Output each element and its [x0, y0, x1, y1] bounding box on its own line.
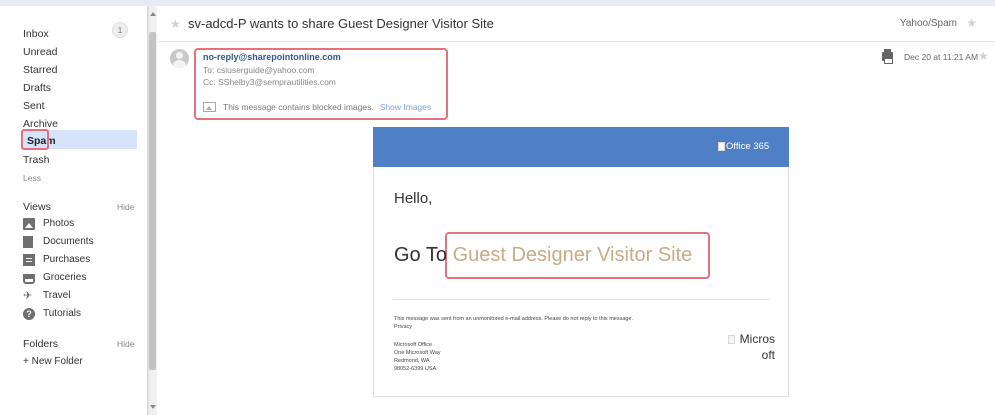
views-title: Views: [23, 201, 51, 213]
scroll-up-arrow-icon[interactable]: [150, 12, 156, 16]
folder-breadcrumb[interactable]: Yahoo/Spam: [900, 18, 957, 29]
view-groceries[interactable]: Groceries: [23, 270, 86, 286]
guest-designer-site-link[interactable]: Guest Designer Visitor Site: [453, 244, 693, 266]
recipient-cc: Cc: SShelby3@semprautilities.com: [203, 77, 336, 87]
message-date: Dec 20 at 11:21 AM: [904, 52, 979, 62]
view-label: Documents: [43, 236, 94, 247]
view-travel[interactable]: ✈ Travel: [23, 288, 70, 304]
office-logo-alt-text: Office 365: [726, 141, 770, 152]
folder-sent[interactable]: Sent: [23, 97, 45, 115]
view-label: Purchases: [43, 254, 91, 265]
scroll-down-arrow-icon[interactable]: [150, 405, 156, 409]
folder-drafts[interactable]: Drafts: [23, 79, 51, 97]
broken-image-icon: [728, 335, 736, 345]
folder-trash[interactable]: Trash: [23, 151, 49, 169]
view-label: Travel: [43, 290, 71, 301]
address-line: One Microsoft Way: [394, 350, 441, 356]
star-icon[interactable]: ★: [966, 16, 977, 30]
view-label: Groceries: [43, 272, 87, 283]
microsoft-logo: Micros oft: [721, 331, 775, 363]
unmonitored-notice: This message was sent from an unmonitore…: [394, 316, 634, 322]
show-images-link[interactable]: Show Images: [380, 102, 432, 112]
folder-unread[interactable]: Unread: [23, 43, 57, 61]
image-icon: [203, 102, 216, 112]
sender-avatar: [170, 49, 189, 68]
star-icon[interactable]: ★: [170, 17, 181, 31]
broken-image-icon: [718, 142, 725, 151]
print-icon[interactable]: [882, 49, 893, 64]
address-line: Microsoft Office: [394, 342, 433, 348]
address-line: 98052-6399 USA: [394, 366, 437, 372]
divider: [393, 299, 770, 300]
view-tutorials[interactable]: ? Tutorials: [23, 306, 81, 322]
plane-icon: ✈: [23, 290, 33, 302]
view-label: Photos: [43, 218, 75, 229]
folder-starred[interactable]: Starred: [23, 61, 57, 79]
view-photos[interactable]: Photos: [23, 216, 74, 232]
tips-icon: ?: [23, 308, 35, 320]
views-hide-link[interactable]: Hide: [117, 202, 134, 212]
scrollbar-thumb[interactable]: [149, 32, 156, 370]
folder-inbox[interactable]: Inbox: [23, 25, 49, 43]
view-purchases[interactable]: Purchases: [23, 252, 90, 268]
photos-icon: [23, 218, 35, 230]
greeting: Hello,: [394, 190, 433, 207]
folders-title: Folders: [23, 338, 59, 350]
message-subject: sv-adcd-P wants to share Guest Designer …: [188, 16, 494, 31]
less-link[interactable]: Less: [23, 169, 41, 187]
mail-window: Inbox 1 Unread Starred Drafts Sent Archi…: [0, 0, 995, 415]
receipt-icon: [23, 254, 35, 266]
folders-hide-link[interactable]: Hide: [117, 339, 134, 349]
spam-highlight-box: [21, 129, 49, 150]
recipient-to: To: csiuserguide@yahoo.com: [203, 65, 315, 75]
address-line: Redmond, WA: [394, 358, 430, 364]
office-365-logo: Office 365: [718, 141, 769, 152]
blocked-images-notice: This message contains blocked images. Sh…: [203, 100, 431, 114]
privacy-link[interactable]: Privacy: [394, 324, 412, 330]
star-icon[interactable]: ★: [978, 49, 989, 63]
message-header: ★ sv-adcd-P wants to share Guest Designe…: [158, 6, 995, 42]
goto-prefix: Go To: [394, 244, 447, 266]
basket-icon: [23, 274, 35, 284]
view-label: Tutorials: [43, 308, 81, 319]
inbox-unread-count: 1: [112, 22, 128, 38]
microsoft-logo-alt-text: Micros oft: [739, 332, 775, 362]
document-icon: [23, 236, 33, 248]
sender-address[interactable]: no-reply@sharepointonline.com: [203, 52, 341, 62]
new-folder-button[interactable]: + New Folder: [23, 353, 83, 371]
goto-line: Go To Guest Designer Visitor Site: [394, 244, 692, 267]
view-documents[interactable]: Documents: [23, 234, 94, 250]
blocked-images-text: This message contains blocked images.: [223, 102, 374, 112]
